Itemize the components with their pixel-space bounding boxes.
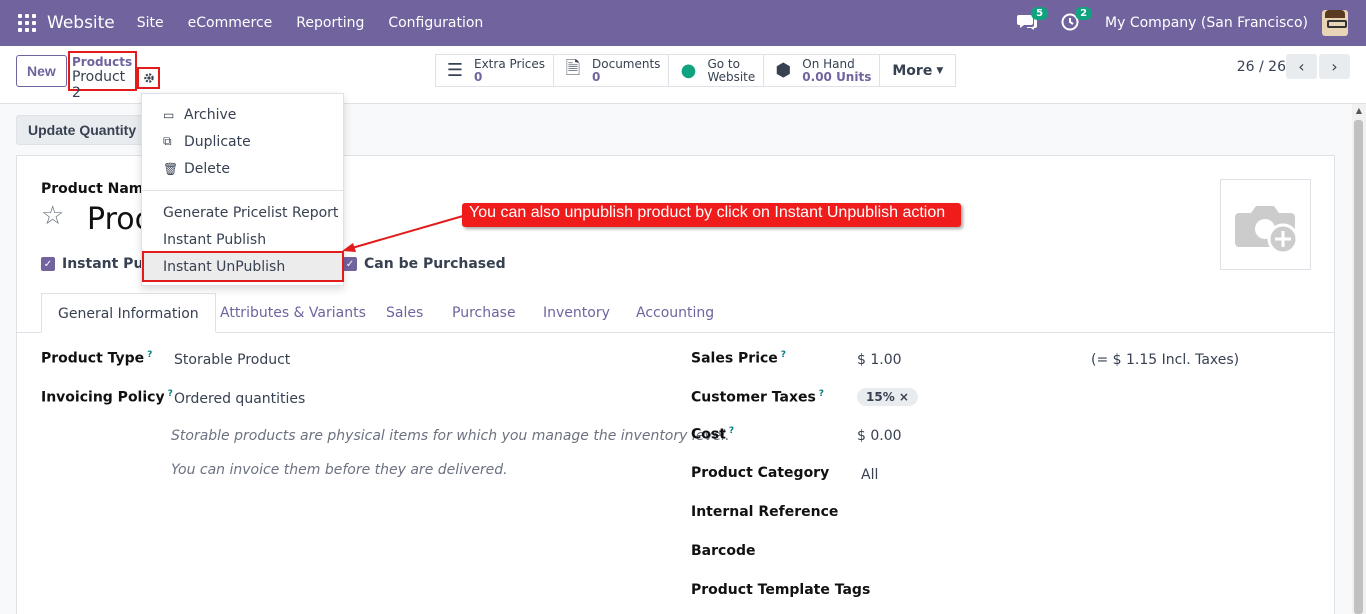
star-icon[interactable]: ☆ [41,201,64,231]
action-gear-button[interactable] [137,67,160,89]
checkbox-checked-icon[interactable]: ✓ [41,257,55,271]
smart-buttons: ☰ Extra Prices 0 🗎 Documents 0 ● Go to Webs… [435,54,957,87]
extra-prices-value: 0 [474,69,483,84]
tab-accounting[interactable]: Accounting [636,293,714,333]
caret-down-icon: ▼ [936,65,944,76]
product-name-label: Product Name [41,181,153,197]
menu-item-instant-unpublish[interactable]: Instant UnPublish [142,253,343,280]
product-category-label: Product Category [691,465,830,481]
invoicing-policy-label: Invoicing Policy? [41,389,173,406]
pager-previous-button[interactable]: ‹ [1286,54,1317,79]
can-be-purchased-checkbox-row[interactable]: ✓ Can be Purchased [343,256,506,272]
menu-site[interactable]: Site [137,15,164,31]
tab-purchase[interactable]: Purchase [452,293,516,333]
user-avatar[interactable] [1322,10,1348,36]
top-navbar: Website Site eCommerce Reporting Configu… [0,0,1366,46]
cost-label: Cost? [691,426,735,443]
documents-label: Documents [592,56,661,71]
action-dropdown-menu: ▭ Archive ⧉ Duplicate 🗑 Delete Generate Pri… [141,93,344,286]
menu-item-generate-pricelist-report[interactable]: Generate Pricelist Report [142,199,343,226]
gear-icon [143,73,154,83]
new-button[interactable]: New [16,55,67,87]
messages-button[interactable]: 5 [1017,7,1049,33]
more-label: More [892,62,933,79]
more-button[interactable]: More ▼ [880,55,955,86]
internal-reference-label: Internal Reference [691,504,839,520]
tab-sales[interactable]: Sales [386,293,423,333]
help-icon[interactable]: ? [781,350,786,360]
barcode-label: Barcode [691,543,756,559]
breadcrumb-current: Product 2 [72,69,126,101]
camera-plus-icon [1234,205,1298,254]
copy-icon: ⧉ [163,134,172,148]
menu-item-duplicate[interactable]: ⧉ Duplicate [142,128,343,155]
remove-tag-icon[interactable]: × [899,390,909,404]
product-type-label: Product Type? [41,350,153,367]
chevron-left-icon: ‹ [1298,57,1305,76]
checkbox-checked-icon[interactable]: ✓ [343,257,357,271]
trash-icon: 🗑 [163,161,179,176]
go-to-website-button[interactable]: ● Go to Website [669,55,765,86]
extra-prices-label: Extra Prices [474,56,546,71]
invoicing-help-text: You can invoice them before they are del… [171,462,508,478]
menu-item-delete[interactable]: 🗑 Delete [142,155,343,182]
tax-tag[interactable]: 15% × [857,388,918,406]
help-icon[interactable]: ? [168,389,173,399]
chevron-right-icon: › [1331,57,1338,76]
document-icon: 🗎 [565,57,581,79]
scroll-up-icon[interactable]: ▲ [1352,104,1366,118]
activities-count-badge: 2 [1075,7,1093,20]
archive-icon: ▭ [163,107,175,122]
tab-general-information[interactable]: General Information [41,293,216,333]
help-icon[interactable]: ? [819,389,824,399]
activities-button[interactable]: 2 [1061,7,1093,33]
pager-next-button[interactable]: › [1319,54,1350,79]
menu-divider [142,190,343,191]
list-icon: ☰ [446,60,464,81]
menu-item-instant-publish[interactable]: Instant Publish [142,226,343,253]
invoicing-policy-field[interactable]: Ordered quantities [174,391,305,407]
tab-attributes-variants[interactable]: Attributes & Variants [220,293,366,333]
product-category-field[interactable]: All [861,467,878,483]
messages-count-badge: 5 [1031,7,1049,20]
globe-icon: ● [680,60,697,81]
documents-button[interactable]: 🗎 Documents 0 [554,55,670,86]
tab-inventory[interactable]: Inventory [543,293,610,333]
help-icon[interactable]: ? [147,350,152,360]
menu-item-archive[interactable]: ▭ Archive [142,101,343,128]
breadcrumb: Products Product 2 [68,51,137,101]
breadcrumb-products-link[interactable]: Products [72,55,133,69]
product-template-tags-label: Product Template Tags [691,582,871,598]
product-type-help-text: Storable products are physical items for… [171,428,730,444]
product-image-placeholder[interactable] [1220,179,1311,270]
pager-value[interactable]: 26 / 26 [1237,59,1286,75]
product-type-field[interactable]: Storable Product [174,352,290,368]
scrollbar-thumb[interactable] [1354,120,1363,614]
price-incl-taxes: (= $ 1.15 Incl. Taxes) [1091,352,1240,368]
on-hand-label: On Hand [802,56,855,71]
cubes-icon: ⬢ [775,60,792,81]
menu-reporting[interactable]: Reporting [296,15,364,31]
go-to-value: Website [707,69,756,84]
form-tabs: General Information Attributes & Variant… [17,293,1334,333]
extra-prices-button[interactable]: ☰ Extra Prices 0 [436,55,555,86]
documents-value: 0 [592,69,601,84]
company-switcher[interactable]: My Company (San Francisco) [1105,15,1308,31]
sales-price-field[interactable]: $ 1.00 [857,352,902,368]
annotation-callout: You can also unpublish product by click … [462,203,961,227]
update-quantity-button[interactable]: Update Quantity [16,115,149,145]
app-brand[interactable]: Website [47,13,115,33]
go-to-label: Go to [707,56,740,71]
menu-ecommerce[interactable]: eCommerce [188,15,273,31]
help-icon[interactable]: ? [729,426,734,436]
on-hand-value: 0.00 Units [802,69,872,84]
can-be-purchased-label: Can be Purchased [364,256,506,272]
on-hand-button[interactable]: ⬢ On Hand 0.00 Units [764,55,881,86]
customer-taxes-label: Customer Taxes? [691,389,825,406]
apps-grid-icon[interactable] [18,14,36,32]
cost-field[interactable]: $ 0.00 [857,428,902,444]
menu-configuration[interactable]: Configuration [388,15,483,31]
sales-price-label: Sales Price? [691,350,787,367]
status-bar: Update Quantity [16,115,149,145]
